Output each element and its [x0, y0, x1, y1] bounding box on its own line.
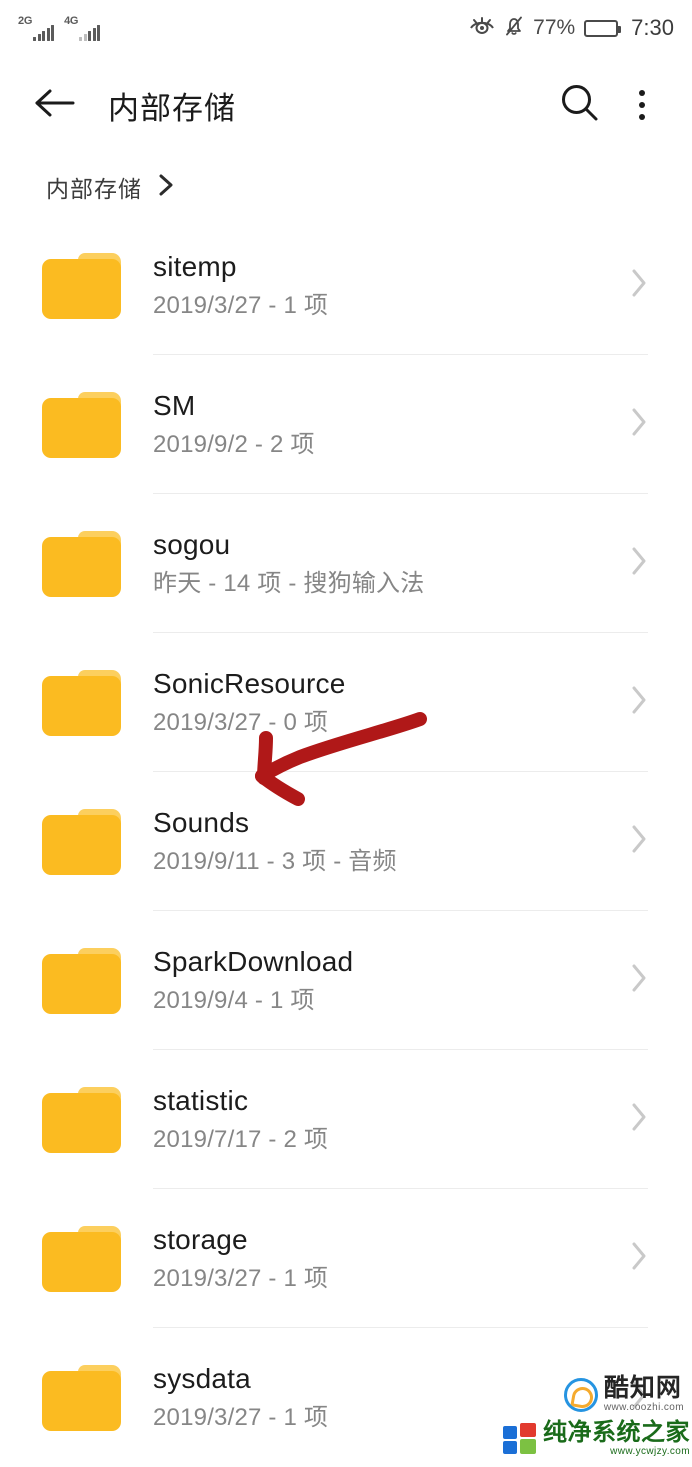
back-button[interactable] [26, 82, 84, 128]
file-meta-label: 2019/3/27 - 1 项 [153, 1265, 329, 1293]
folder-icon [42, 947, 121, 1014]
chevron-right-icon[interactable] [628, 821, 650, 862]
clock-label: 7:30 [631, 15, 674, 40]
file-name-label: SM [153, 389, 196, 421]
file-name-label: sysdata [153, 1362, 251, 1394]
folder-icon [42, 808, 121, 875]
search-icon [558, 81, 602, 130]
file-meta-label: 2019/9/11 - 3 项 - 音频 [153, 848, 397, 876]
back-arrow-icon [33, 87, 77, 124]
network-type-label-sim1: 2G [18, 15, 33, 27]
signal-indicator-sim1: 2G [18, 15, 55, 41]
folder-icon [42, 1364, 121, 1431]
watermark-ycwjzy-name: 纯净系统之家 [543, 1419, 690, 1446]
watermark-coozhi: 酷知网 www.coozhi.com [563, 1374, 684, 1413]
ycwjzy-logo-icon [503, 1423, 537, 1455]
file-meta-label: 2019/9/4 - 1 项 [153, 987, 315, 1015]
file-name-label: SonicResource [153, 667, 346, 699]
battery-icon [584, 19, 622, 37]
chevron-right-icon [156, 172, 176, 203]
file-row-text: SM 2019/9/2 - 2 项 [153, 389, 628, 460]
watermark-coozhi-url: www.coozhi.com [603, 1402, 684, 1413]
chevron-right-icon[interactable] [628, 1099, 650, 1140]
file-meta-label: 2019/7/17 - 2 项 [153, 1126, 329, 1154]
file-row-text: statistic 2019/7/17 - 2 项 [153, 1084, 628, 1155]
file-row-text: SparkDownload 2019/9/4 - 1 项 [153, 945, 628, 1016]
signal-indicator-sim2: 4G [64, 15, 101, 41]
page-title: 内部存储 [108, 90, 236, 126]
folder-icon [42, 1225, 121, 1292]
file-list-row[interactable]: sitemp 2019/3/27 - 1 项 [0, 216, 692, 355]
file-name-label: SparkDownload [153, 945, 354, 977]
file-name-label: storage [153, 1223, 248, 1255]
breadcrumb[interactable]: 内部存储 [0, 158, 692, 216]
folder-icon [42, 1086, 121, 1153]
chevron-right-icon[interactable] [628, 682, 650, 723]
file-meta-label: 昨天 - 14 项 - 搜狗输入法 [153, 570, 425, 598]
network-type-label-sim2: 4G [64, 15, 79, 27]
chevron-right-icon[interactable] [628, 265, 650, 306]
file-list: sitemp 2019/3/27 - 1 项 SM 2019/9/2 - 2 项 sog… [0, 216, 692, 1467]
chevron-right-icon[interactable] [628, 960, 650, 1001]
folder-icon [42, 391, 121, 458]
file-name-label: Sounds [153, 806, 250, 838]
signal-bars-sim2 [79, 25, 101, 41]
file-row-text: storage 2019/3/27 - 1 项 [153, 1223, 628, 1294]
bell-muted-icon [504, 15, 524, 42]
status-bar-left: 2G 4G [18, 15, 101, 41]
file-list-row[interactable]: SparkDownload 2019/9/4 - 1 项 [0, 911, 692, 1050]
more-vertical-icon-dot [639, 90, 645, 96]
coozhi-logo-icon [563, 1377, 598, 1412]
folder-icon [42, 669, 121, 736]
battery-percent-label: 77% [533, 16, 576, 39]
status-bar: 2G 4G 77% 7:30 [0, 0, 692, 56]
file-list-row[interactable]: SM 2019/9/2 - 2 项 [0, 355, 692, 494]
chevron-right-icon[interactable] [628, 543, 650, 584]
more-options-button[interactable] [620, 82, 664, 128]
eye-icon [469, 16, 495, 41]
file-row-text: SonicResource 2019/3/27 - 0 项 [153, 667, 628, 738]
file-list-row[interactable]: sogou 昨天 - 14 项 - 搜狗输入法 [0, 494, 692, 633]
file-row-text: Sounds 2019/9/11 - 3 项 - 音频 [153, 806, 628, 877]
more-vertical-icon-dot [639, 102, 645, 108]
watermark-coozhi-name: 酷知网 [603, 1374, 682, 1402]
chevron-right-icon[interactable] [628, 1238, 650, 1279]
search-button[interactable] [554, 82, 606, 128]
folder-icon [42, 252, 121, 319]
more-vertical-icon-dot [639, 114, 645, 120]
file-list-row[interactable]: Sounds 2019/9/11 - 3 项 - 音频 [0, 772, 692, 911]
status-bar-right: 77% 7:30 [469, 15, 674, 42]
file-name-label: sitemp [153, 250, 237, 282]
chevron-right-icon[interactable] [628, 404, 650, 445]
file-row-text: sogou 昨天 - 14 项 - 搜狗输入法 [153, 528, 628, 599]
file-list-row[interactable]: SonicResource 2019/3/27 - 0 项 [0, 633, 692, 772]
file-name-label: sogou [153, 528, 231, 560]
app-bar: 内部存储 [0, 56, 692, 152]
file-row-text: sitemp 2019/3/27 - 1 项 [153, 250, 628, 321]
file-name-label: statistic [153, 1084, 249, 1116]
file-list-row[interactable]: storage 2019/3/27 - 1 项 [0, 1189, 692, 1328]
breadcrumb-item-root[interactable]: 内部存储 [46, 170, 142, 204]
file-meta-label: 2019/9/2 - 2 项 [153, 431, 315, 459]
file-meta-label: 2019/3/27 - 1 项 [153, 292, 329, 320]
file-meta-label: 2019/3/27 - 0 项 [153, 709, 329, 737]
signal-bars-sim1 [33, 25, 55, 41]
watermark-ycwjzy-url: www.ycwjzy.com [610, 1446, 690, 1457]
watermark-ycwjzy: 纯净系统之家 www.ycwjzy.com [503, 1421, 690, 1457]
folder-icon [42, 530, 121, 597]
file-list-row[interactable]: statistic 2019/7/17 - 2 项 [0, 1050, 692, 1189]
